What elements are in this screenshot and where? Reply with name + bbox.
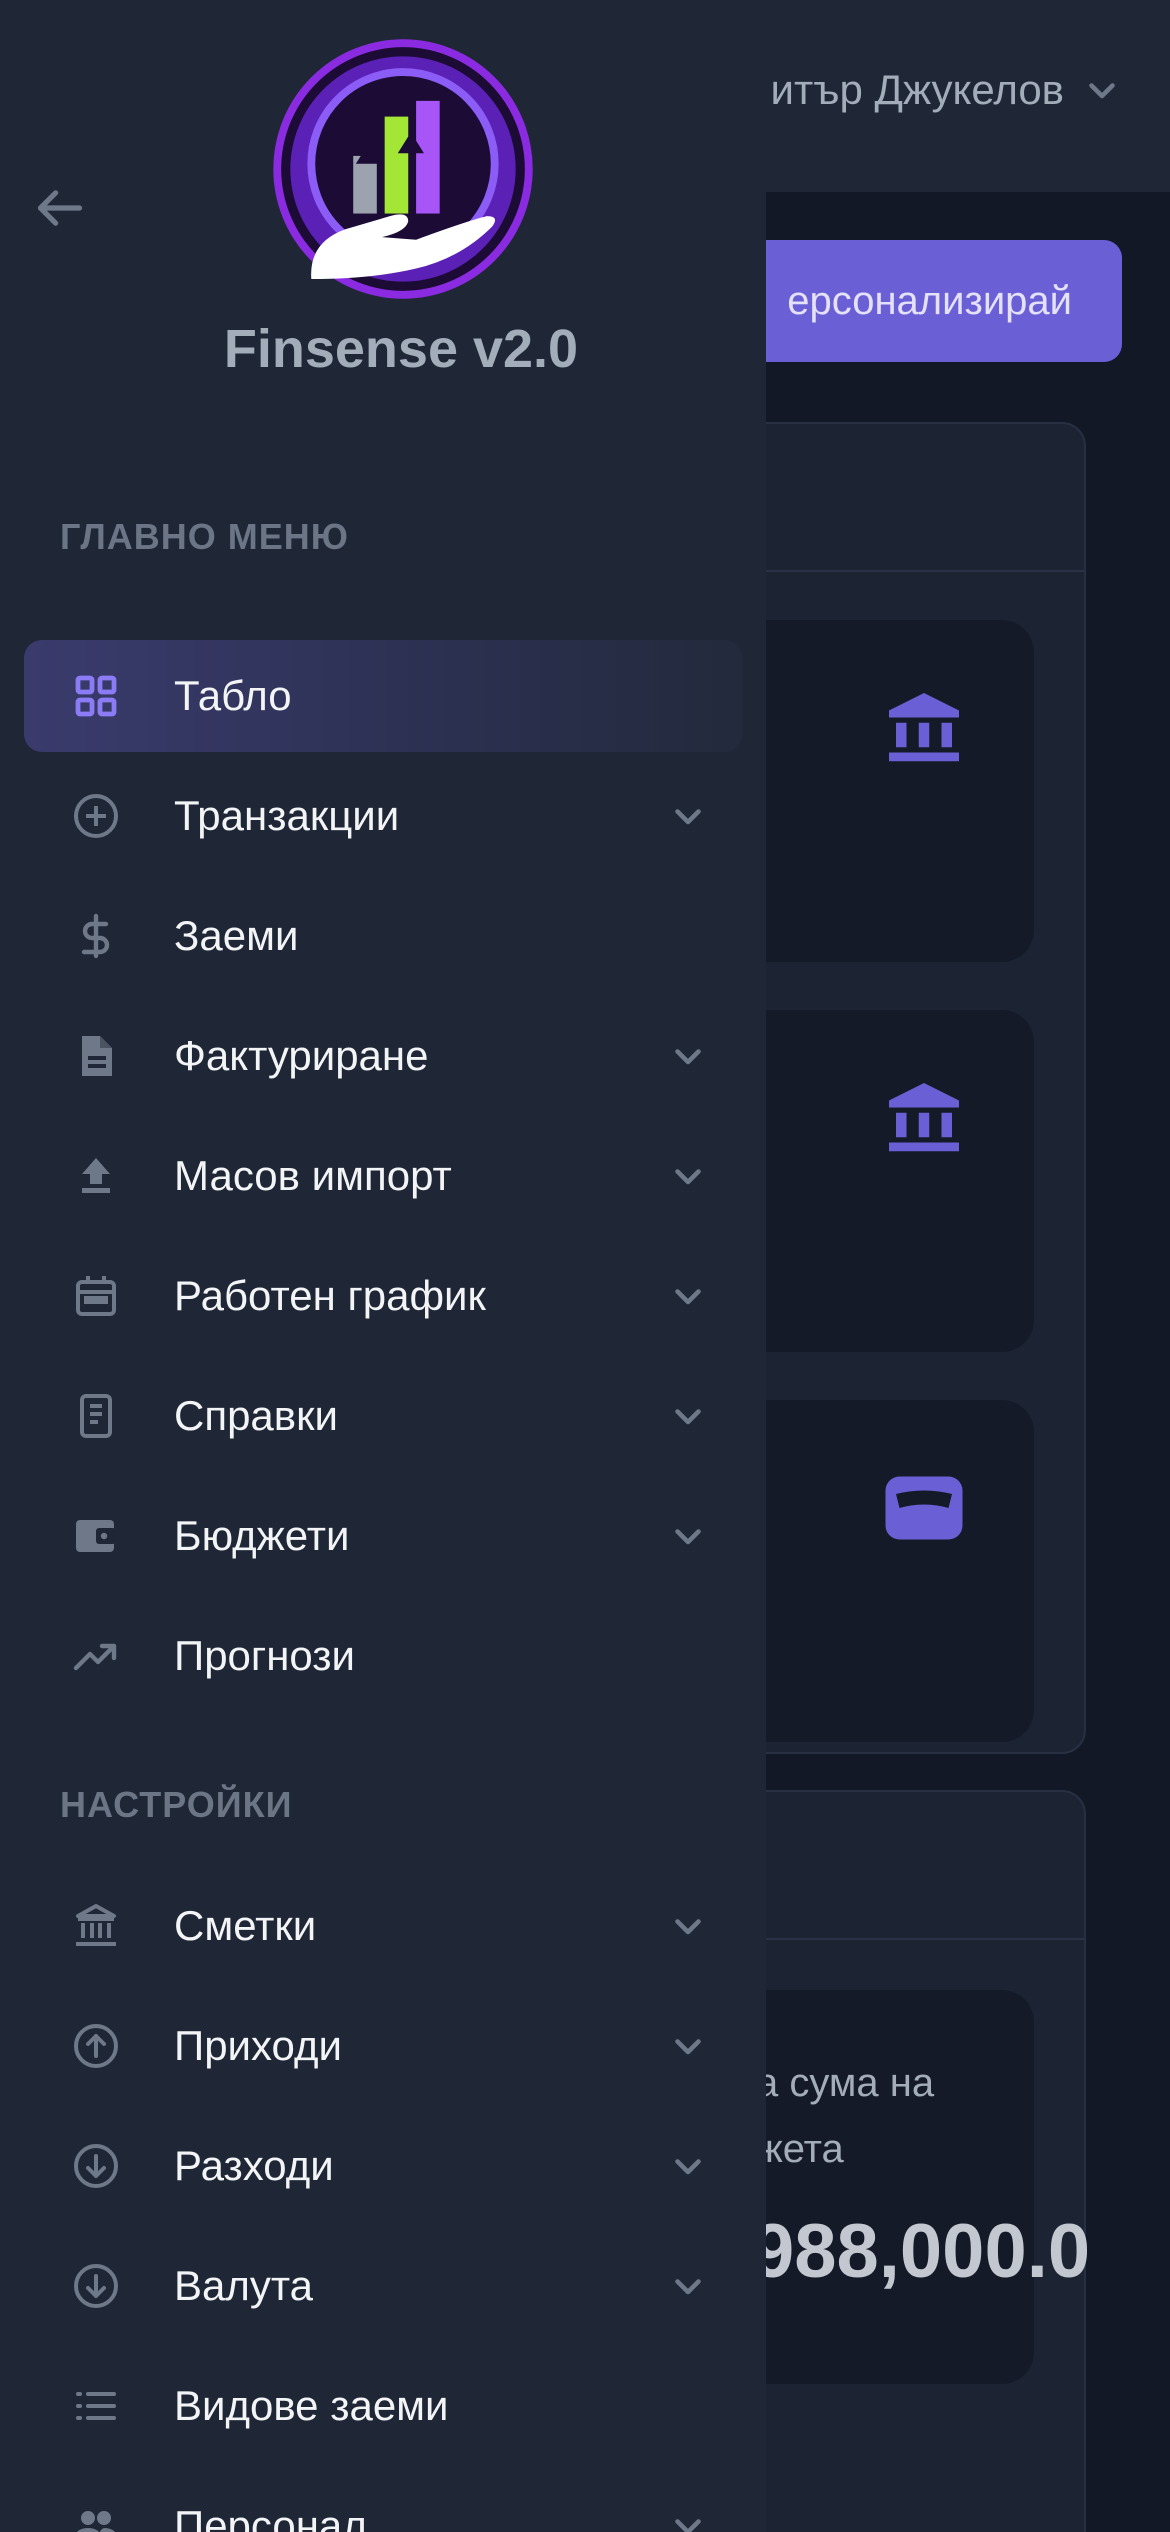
plus-circle-icon	[72, 792, 120, 840]
sidebar-item-label: Фактуриране	[174, 1032, 429, 1079]
sidebar-item-bulk-import[interactable]: Масов импорт	[24, 1120, 742, 1232]
chevron-down-icon	[675, 1919, 701, 1935]
user-menu[interactable]: итър Джукелов	[771, 66, 1120, 114]
chevron-down-icon	[675, 2519, 701, 2532]
sidebar-item-label: Транзакции	[174, 792, 400, 839]
wallet-icon	[72, 1512, 120, 1560]
sidebar-item-label: Персонал	[174, 2502, 367, 2532]
dashboard-grid-icon	[72, 672, 120, 720]
bank-icon	[72, 1902, 120, 1950]
sidebar-item-income[interactable]: Приходи	[24, 1990, 742, 2102]
wallet-icon	[885, 1476, 963, 1540]
sidebar-item-expenses[interactable]: Разходи	[24, 2110, 742, 2222]
settings-section-title: НАСТРОЙКИ	[60, 1784, 293, 1825]
sidebar-item-accounts[interactable]: Сметки	[24, 1870, 742, 1982]
chevron-down-icon	[675, 1409, 701, 1425]
arrow-left-icon	[37, 190, 83, 226]
sidebar-item-label: Валута	[174, 2262, 314, 2309]
people-icon	[72, 2502, 120, 2532]
sidebar-item-label: Приходи	[174, 2022, 342, 2069]
sidebar-item-loans[interactable]: Заеми	[24, 880, 742, 992]
chevron-down-icon	[675, 1049, 701, 1065]
finsense-logo-icon	[273, 39, 533, 299]
back-button[interactable]	[32, 180, 88, 236]
sidebar-item-label: Сметки	[174, 1902, 317, 1949]
arrow-down-circle-icon	[72, 2142, 120, 2190]
report-icon	[72, 1392, 120, 1440]
chevron-down-icon	[675, 2279, 701, 2295]
sidebar-item-personnel[interactable]: Персонал	[24, 2470, 742, 2532]
list-icon	[72, 2382, 120, 2430]
sidebar-item-currency[interactable]: Валута	[24, 2230, 742, 2342]
calendar-icon	[72, 1272, 120, 1320]
sidebar-item-loan-types[interactable]: Видове заеми	[24, 2350, 742, 2462]
chevron-down-icon	[675, 2039, 701, 2055]
bank-icon	[889, 693, 959, 762]
document-icon	[72, 1032, 120, 1080]
sidebar-item-dashboard[interactable]: Табло	[24, 640, 742, 752]
sidebar-item-label: Работен график	[174, 1272, 486, 1319]
budget-sum-label-line2: жета	[756, 2127, 844, 2171]
sidebar-drawer: Finsense v2.0 ГЛАВНО МЕНЮ Табло Транзакц…	[0, 0, 766, 2532]
sidebar-item-invoicing[interactable]: Фактуриране	[24, 1000, 742, 1112]
sidebar-item-label: Табло	[174, 672, 292, 719]
upload-icon	[72, 1152, 120, 1200]
budget-sum-label: а сума на жета	[756, 2050, 934, 2182]
sidebar-item-label: Прогнози	[174, 1632, 356, 1679]
sidebar-item-label: Бюджети	[174, 1512, 350, 1559]
budget-sum-label-line1: а сума на	[756, 2061, 935, 2105]
sidebar-item-reports[interactable]: Справки	[24, 1360, 742, 1472]
bank-icon	[889, 1083, 959, 1152]
main-menu-section-title: ГЛАВНО МЕНЮ	[60, 516, 349, 557]
arrow-up-circle-icon	[72, 2022, 120, 2070]
sidebar-item-label: Заеми	[174, 912, 299, 959]
chevron-down-icon	[675, 1169, 701, 1185]
chevron-down-icon	[1089, 83, 1115, 99]
sidebar-item-transactions[interactable]: Транзакции	[24, 760, 742, 872]
sidebar-item-label: Справки	[174, 1392, 338, 1439]
user-name: итър Джукелов	[770, 66, 1064, 113]
sidebar-item-label: Масов импорт	[174, 1152, 452, 1199]
dollar-icon	[72, 912, 120, 960]
sidebar-item-budgets[interactable]: Бюджети	[24, 1480, 742, 1592]
sidebar-item-work-schedule[interactable]: Работен график	[24, 1240, 742, 1352]
chevron-down-icon	[675, 1289, 701, 1305]
app-name: Finsense v2.0	[223, 319, 579, 379]
chevron-down-icon	[675, 1529, 701, 1545]
customize-button-label: ерсонализирай	[787, 278, 1072, 323]
sidebar-item-label: Разходи	[174, 2142, 334, 2189]
sidebar-item-label: Видове заеми	[174, 2382, 449, 2429]
budget-sum-value: 988,000.0	[752, 2209, 1091, 2294]
chevron-down-icon	[675, 809, 701, 825]
trending-up-icon	[72, 1632, 120, 1680]
sidebar-item-forecasts[interactable]: Прогнози	[24, 1600, 742, 1712]
arrow-down-circle-icon	[72, 2262, 120, 2310]
chevron-down-icon	[675, 2159, 701, 2175]
